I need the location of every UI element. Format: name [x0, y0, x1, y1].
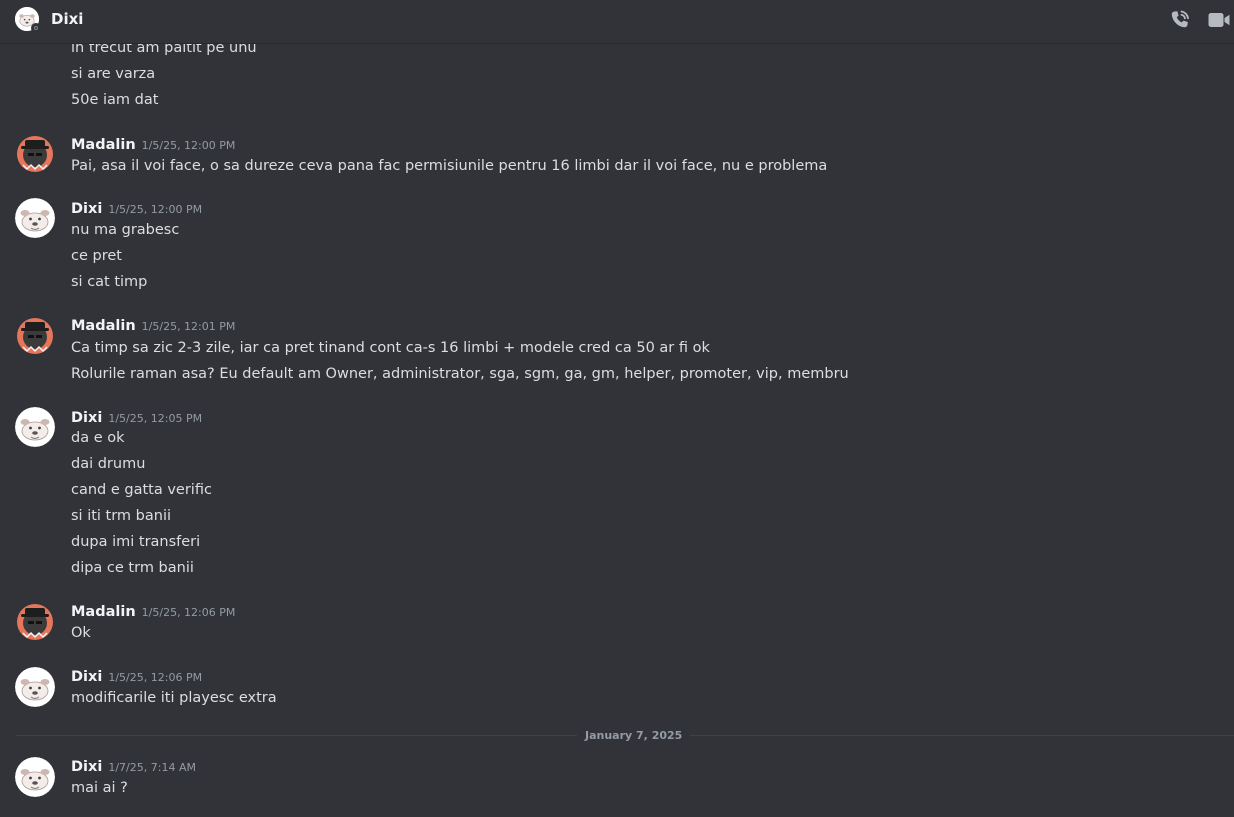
message-line: mai ai ? — [71, 780, 128, 796]
message-timestamp: 1/5/25, 12:05 PM — [108, 412, 203, 425]
dm-user-avatar[interactable] — [15, 7, 41, 33]
user-avatar[interactable] — [15, 757, 55, 797]
message-author[interactable]: Madalin — [71, 604, 136, 620]
user-avatar[interactable] — [15, 315, 55, 355]
video-camera-icon[interactable] — [1207, 8, 1231, 32]
bulldog-avatar-icon — [15, 667, 55, 707]
user-avatar[interactable] — [15, 407, 55, 447]
message-header: Madalin 1/5/25, 12:00 PM — [71, 134, 235, 154]
channel-title: Dixi — [51, 10, 84, 28]
message-list[interactable]: in trecut am paltit pe unu si are varza … — [0, 44, 1234, 817]
hatted-character-avatar-icon — [15, 601, 55, 641]
message-line: si are varza — [71, 66, 156, 82]
bulldog-avatar-icon — [15, 757, 55, 797]
offline-status-icon — [31, 23, 41, 33]
message-line: ce pret — [71, 248, 122, 264]
message-timestamp: 1/5/25, 12:06 PM — [108, 671, 203, 684]
message-header: Dixi 1/5/25, 12:00 PM — [71, 198, 202, 218]
user-avatar[interactable] — [15, 133, 55, 173]
message-line: si iti trm banii — [71, 508, 172, 524]
message-header: Madalin 1/5/25, 12:06 PM — [71, 601, 235, 621]
hatted-character-avatar-icon — [15, 133, 55, 173]
message-author[interactable]: Dixi — [71, 759, 102, 775]
date-divider-label: January 7, 2025 — [577, 729, 691, 743]
bulldog-avatar-icon — [15, 198, 55, 238]
message-line: dupa imi transferi — [71, 534, 201, 550]
message-line: dai drumu — [71, 456, 146, 472]
bulldog-avatar-icon — [15, 407, 55, 447]
message-line: Rolurile raman asa? Eu default am Owner,… — [71, 366, 849, 382]
channel-header: Dixi — [0, 0, 1234, 44]
message-line: da e ok — [71, 430, 125, 446]
message-timestamp: 1/5/25, 12:00 PM — [141, 139, 236, 152]
message-author[interactable]: Dixi — [71, 201, 102, 217]
user-avatar[interactable] — [15, 198, 55, 238]
message-line: cand e gatta verific — [71, 482, 212, 498]
message-header: Dixi 1/5/25, 12:06 PM — [71, 666, 202, 686]
hatted-character-avatar-icon — [15, 315, 55, 355]
message-author[interactable]: Dixi — [71, 669, 102, 685]
message-line: nu ma grabesc — [71, 222, 180, 238]
message-line: modificarile iti playesc extra — [71, 690, 277, 706]
message-line: Ok — [71, 625, 91, 641]
message-author[interactable]: Madalin — [71, 137, 136, 153]
message-header: Dixi 1/5/25, 12:05 PM — [71, 407, 202, 427]
message-line: Pai, asa il voi face, o sa dureze ceva p… — [71, 158, 828, 174]
message-line: 50e iam dat — [71, 92, 159, 108]
user-avatar[interactable] — [15, 601, 55, 641]
message-timestamp: 1/5/25, 12:00 PM — [108, 203, 203, 216]
message-author[interactable]: Madalin — [71, 318, 136, 334]
message-timestamp: 1/5/25, 12:06 PM — [141, 606, 236, 619]
message-header: Dixi 1/7/25, 7:14 AM — [71, 756, 196, 776]
message-author[interactable]: Dixi — [71, 410, 102, 426]
message-line: si cat timp — [71, 274, 148, 290]
message-header: Madalin 1/5/25, 12:01 PM — [71, 315, 235, 335]
user-avatar[interactable] — [15, 667, 55, 707]
message-timestamp: 1/7/25, 7:14 AM — [108, 761, 196, 774]
message-line: dipa ce trm banii — [71, 560, 194, 576]
phone-call-icon[interactable] — [1168, 8, 1192, 32]
message-timestamp: 1/5/25, 12:01 PM — [141, 320, 236, 333]
message-line: in trecut am paltit pe unu — [71, 44, 257, 56]
message-line: Ca timp sa zic 2-3 zile, iar ca pret tin… — [71, 340, 710, 356]
